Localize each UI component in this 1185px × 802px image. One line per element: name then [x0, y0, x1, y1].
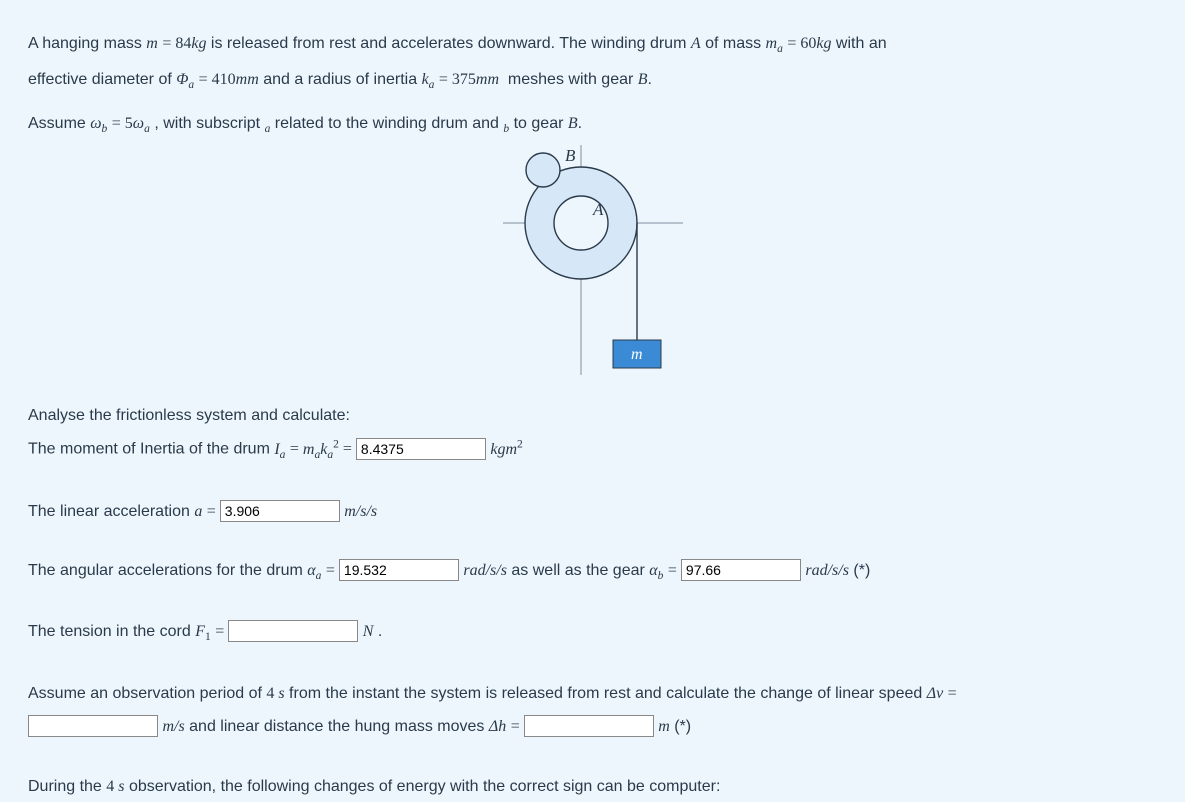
problem-line-3: Assume ωb = 5ωa , with subscript a relat… [28, 110, 1157, 140]
unit-mss: m/s/s [344, 503, 377, 520]
input-a[interactable] [220, 500, 340, 522]
eq: = [668, 562, 681, 579]
eq: = [199, 71, 212, 88]
text: Assume an observation period of [28, 685, 266, 702]
period: . [378, 623, 382, 640]
q-Ia: The moment of Inertia of the drum Ia = m… [28, 435, 1157, 465]
var-ma: ma [766, 35, 783, 52]
fig-label-A: A [592, 200, 604, 219]
val-m: 84 [175, 35, 191, 52]
text: A hanging mass [28, 35, 146, 52]
var-wa: ωa [133, 115, 150, 132]
unit-m: m [658, 718, 670, 735]
input-dh[interactable] [524, 715, 654, 737]
text: as well as the gear [511, 562, 649, 579]
var-B: B [638, 71, 648, 88]
problem-line-2: effective diameter of Φa = 410mm and a r… [28, 66, 1157, 96]
eq: = [326, 562, 339, 579]
var-wb: ωb [90, 115, 107, 132]
text: to gear [514, 115, 568, 132]
q-obs: Assume an observation period of 4 s from… [28, 680, 1157, 707]
sub-b: b [503, 123, 509, 135]
input-Ia[interactable] [356, 438, 486, 460]
input-dv[interactable] [28, 715, 158, 737]
unit-ms: m/s [162, 718, 184, 735]
text: from the instant the system is released … [289, 685, 927, 702]
var-dh: Δh [489, 718, 506, 735]
unit-s: s [114, 778, 124, 795]
unit-kg: kg [816, 35, 831, 52]
eq: = [290, 441, 303, 458]
var-dv: Δv [927, 685, 944, 702]
fig-label-B: B [565, 146, 576, 165]
q-energy: During the 4 s observation, the followin… [28, 773, 1157, 800]
star: (*) [853, 562, 870, 579]
text: and linear distance the hung mass moves [189, 718, 489, 735]
unit-N: N [363, 623, 374, 640]
sub-a: a [265, 123, 271, 135]
q-a: The linear acceleration a = m/s/s [28, 498, 1157, 525]
input-F1[interactable] [228, 620, 358, 642]
text: of mass [705, 35, 765, 52]
eq: = [948, 685, 957, 702]
unit-radss: rad/s/s [805, 562, 849, 579]
text: The tension in the cord [28, 623, 195, 640]
var-a: a [194, 503, 202, 520]
var-alpha-b: αb [649, 562, 663, 579]
text: Assume [28, 115, 90, 132]
text: The linear acceleration [28, 503, 194, 520]
figure-diagram: B A m [503, 145, 683, 375]
expr-mak2: maka2 [303, 441, 343, 458]
text: meshes with gear [508, 71, 638, 88]
unit-kgm2: kgm2 [490, 441, 522, 458]
eq: = [343, 441, 356, 458]
eq: = [439, 71, 452, 88]
text: with an [836, 35, 887, 52]
val-phi: 410 [212, 71, 236, 88]
q-alpha: The angular accelerations for the drum α… [28, 557, 1157, 587]
text: During the [28, 778, 106, 795]
var-B: B [568, 115, 578, 132]
eq: = [511, 718, 524, 735]
input-alpha-a[interactable] [339, 559, 459, 581]
text: related to the winding drum and [275, 115, 504, 132]
star: (*) [674, 718, 691, 735]
var-m: m [146, 35, 158, 52]
eq: = [162, 35, 175, 52]
q-F1: The tension in the cord F1 = N . [28, 618, 1157, 648]
text: effective diameter of [28, 71, 176, 88]
text: and a radius of inertia [263, 71, 421, 88]
text: , with subscript [154, 115, 264, 132]
problem-line-1: A hanging mass m = 84kg is released from… [28, 30, 1157, 60]
eq-5: = 5 [112, 115, 133, 132]
text: The angular accelerations for the drum [28, 562, 307, 579]
input-alpha-b[interactable] [681, 559, 801, 581]
var-Ia: Ia [274, 441, 285, 458]
q-obs-2: m/s and linear distance the hung mass mo… [28, 713, 1157, 740]
analyse-heading: Analyse the frictionless system and calc… [28, 402, 1157, 429]
var-F1: F1 [195, 623, 211, 640]
unit-s: s [274, 685, 284, 702]
var-A: A [691, 35, 701, 52]
val-ka: 375 [452, 71, 476, 88]
val-ma: 60 [800, 35, 816, 52]
text: The moment of Inertia of the drum [28, 441, 274, 458]
eq: = [215, 623, 228, 640]
dot: . [648, 71, 652, 88]
var-ka: ka [422, 71, 435, 88]
text: observation, the following changes of en… [129, 778, 720, 795]
eq: = [787, 35, 800, 52]
var-alpha-a: αa [307, 562, 321, 579]
var-phi: Φa [176, 71, 194, 88]
text: is released from rest and accelerates do… [211, 35, 691, 52]
figure-wrap: B A m [28, 145, 1157, 380]
eq: = [207, 503, 220, 520]
dot: . [578, 115, 582, 132]
unit-kg: kg [191, 35, 206, 52]
unit-radss: rad/s/s [463, 562, 507, 579]
unit-mm: mm [236, 71, 259, 88]
unit-mm: mm [476, 71, 499, 88]
fig-label-m: m [631, 346, 643, 363]
